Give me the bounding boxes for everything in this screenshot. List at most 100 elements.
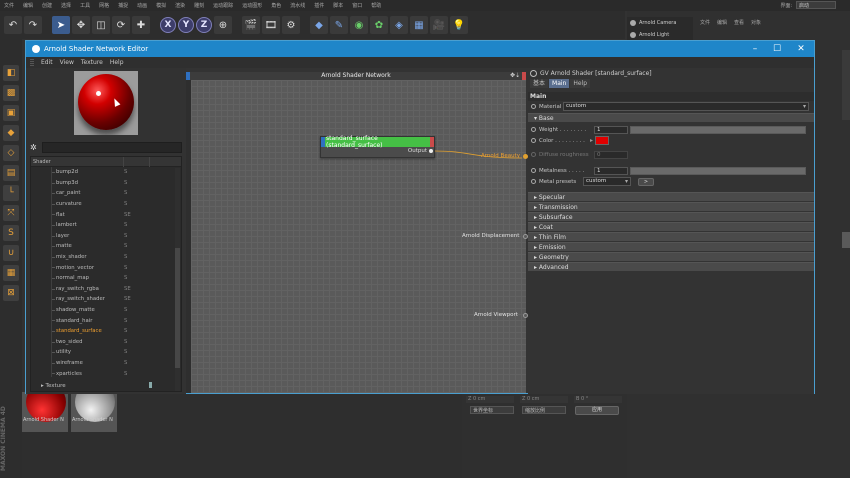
material-thumb[interactable] [71,392,117,432]
c4d-menu-item[interactable]: 运动图形 [242,2,262,9]
group-geometry[interactable]: ▸ Geometry [528,252,814,261]
c4d-menu-item[interactable]: 选择 [61,2,71,9]
weight-radio[interactable] [531,127,536,132]
color-radio[interactable] [531,138,536,143]
tweak-mode-icon[interactable]: ⤧ [3,205,19,221]
magnet-icon[interactable]: ∪ [3,245,19,261]
shader-item-shadow-matte[interactable]: shadow_matte S [31,305,181,316]
scale-icon[interactable]: ◫ [92,16,110,34]
shader-item-layer[interactable]: layer S [31,231,181,242]
texture-category[interactable]: ▸ Texture [41,383,66,389]
shader-item-xparticles[interactable]: xparticles S [31,368,181,379]
shader-item-bump2d[interactable]: bump2d S [31,167,181,178]
group-advanced[interactable]: ▸ Advanced [528,262,814,271]
select-arrow-icon[interactable]: ➤ [52,16,70,34]
c4d-menu-item[interactable]: 文件 [4,2,14,9]
c4d-menu-item[interactable]: 脚本 [333,2,343,9]
texture-mode-icon[interactable]: ▩ [3,85,19,101]
group-thin-film[interactable]: ▸ Thin Film [528,232,814,241]
menu-edit[interactable]: Edit [41,59,53,66]
group-subsurface[interactable]: ▸ Subsurface [528,212,814,221]
object-menu-edit[interactable]: 编辑 [717,19,727,26]
grid-icon[interactable]: ▦ [3,265,19,281]
right-dock-tab-attr[interactable] [842,232,850,248]
standard-surface-node[interactable]: standard_surface (standard_surface) Outp… [320,135,435,158]
render-view-icon[interactable]: 🎬 [242,16,260,34]
shader-item-curvature[interactable]: curvature S [31,199,181,210]
world-coord-icon[interactable]: ⊕ [214,16,232,34]
shader-item-wireframe[interactable]: wireframe S [31,358,181,369]
shader-item-car-paint[interactable]: car_paint S [31,188,181,199]
shader-item-mix-shader[interactable]: mix_shader S [31,252,181,263]
diffuse-field[interactable]: 0 [594,151,628,159]
coord-scale-dropdown[interactable]: 缩放比例 [522,406,566,414]
c4d-menu-item[interactable]: 运动跟踪 [213,2,233,9]
minimize-icon[interactable]: – [744,41,766,57]
tab-basic[interactable]: 基本 [530,79,549,88]
metal-presets-dropdown[interactable]: custom [583,177,631,186]
x-axis-icon[interactable]: X [160,17,176,33]
weight-field[interactable]: 1 [594,126,628,134]
group-specular[interactable]: ▸ Specular [528,192,814,201]
redo-icon[interactable]: ↷ [24,16,42,34]
undo-icon[interactable]: ↶ [4,16,22,34]
object-menu-objects[interactable]: 对象 [751,19,761,26]
group-coat[interactable]: ▸ Coat [528,222,814,231]
material-dropdown[interactable]: custom [563,102,809,111]
maximize-icon[interactable]: ☐ [766,41,788,57]
object-row[interactable]: Arnold Camera [627,17,693,29]
network-nav-arrows-icon[interactable]: ✥⇣ [510,72,520,80]
color-swatch[interactable] [595,136,609,145]
shader-item-matte[interactable]: matte S [31,241,181,252]
c4d-menu-item[interactable]: 模拟 [156,2,166,9]
workplane-icon[interactable]: ▣ [3,105,19,121]
menu-texture[interactable]: Texture [81,59,103,66]
coord-field[interactable]: B 0 ° [574,396,622,403]
gear-icon[interactable]: ✲ [30,143,39,152]
c4d-menu-item[interactable]: 工具 [80,2,90,9]
z-axis-icon[interactable]: Z [196,17,212,33]
snap-icon[interactable]: S [3,225,19,241]
c4d-menu-item[interactable]: 编辑 [23,2,33,9]
metal-presets-button[interactable]: > [638,178,654,186]
metal-presets-radio[interactable] [531,179,536,184]
weight-slider[interactable] [630,126,806,134]
shader-item-normal-map[interactable]: normal_map S [31,273,181,284]
render-picture-icon[interactable]: 🎞 [262,16,280,34]
move-icon[interactable]: ✥ [72,16,90,34]
rotate-icon[interactable]: ⟳ [112,16,130,34]
axis-mode-icon[interactable]: └ [3,185,19,201]
tab-main[interactable]: Main [549,79,570,88]
array-icon[interactable]: ✿ [370,16,388,34]
object-menu-file[interactable]: 文件 [700,19,710,26]
shader-item-lambert[interactable]: lambert S [31,220,181,231]
shader-item-standard-hair[interactable]: standard_hair S [31,315,181,326]
coord-field[interactable]: Z 0 cm [520,396,568,403]
shader-item-ray-switch-rgba[interactable]: ray_switch_rgba SE [31,284,181,295]
material-radio[interactable] [531,104,536,109]
render-settings-icon[interactable]: ⚙ [282,16,300,34]
color-expand-icon[interactable]: ▸ [590,137,593,144]
tab-help[interactable]: Help [570,79,591,88]
camera-icon[interactable]: 🎥 [430,16,448,34]
group-emission[interactable]: ▸ Emission [528,242,814,251]
group-base[interactable]: ▾ Base [528,113,814,122]
model-mode-icon[interactable]: ◧ [3,65,19,81]
metalness-radio[interactable] [531,168,536,173]
shader-item-flat[interactable]: flat SE [31,209,181,220]
close-icon[interactable]: ✕ [790,41,812,57]
c4d-menu-item[interactable]: 动画 [137,2,147,9]
pen-icon[interactable]: ✎ [330,16,348,34]
shader-search-input[interactable] [42,141,182,153]
apply-button[interactable]: 应用 [575,406,619,415]
menu-view[interactable]: View [60,59,74,66]
subdivision-icon[interactable]: ◉ [350,16,368,34]
coord-field[interactable]: Z 0 cm [466,396,514,403]
node-header[interactable]: standard_surface (standard_surface) [321,135,434,149]
add-object-icon[interactable]: ✚ [132,16,150,34]
group-transmission[interactable]: ▸ Transmission [528,202,814,211]
c4d-menu-item[interactable]: 捕捉 [118,2,128,9]
object-menu-view[interactable]: 查看 [734,19,744,26]
c4d-menu-item[interactable]: 帮助 [371,2,381,9]
right-dock-tab[interactable] [842,50,850,120]
